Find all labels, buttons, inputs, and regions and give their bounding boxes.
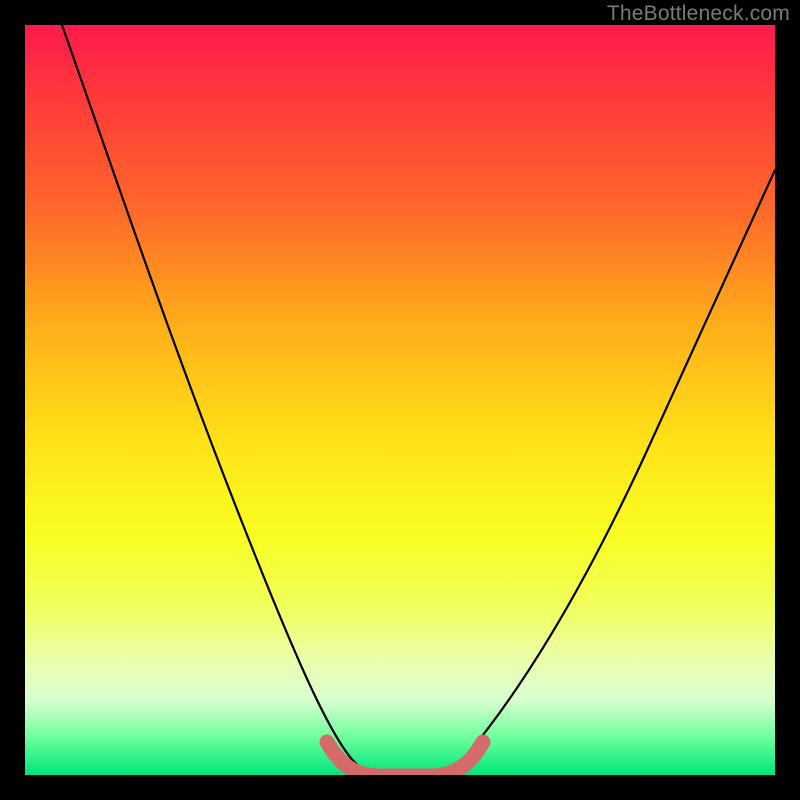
chart-frame: TheBottleneck.com	[0, 0, 800, 800]
chart-svg	[25, 25, 775, 775]
chart-plot-area	[25, 25, 775, 775]
bottleneck-curve	[62, 25, 775, 775]
attribution-label: TheBottleneck.com	[607, 2, 790, 26]
